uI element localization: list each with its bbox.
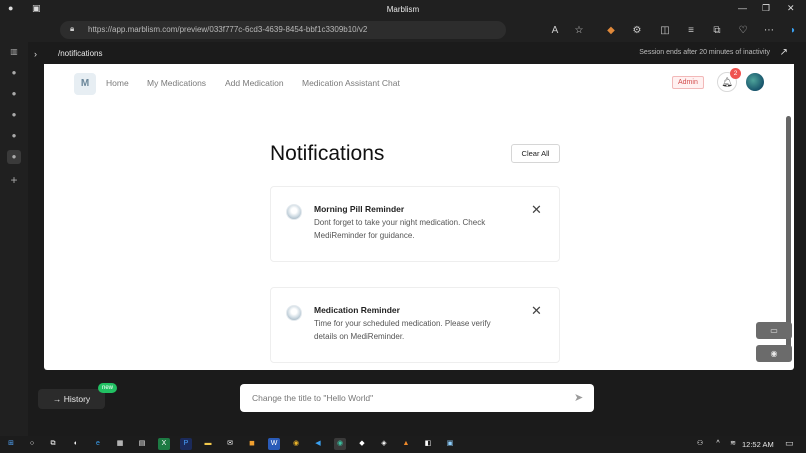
taskbar: ⊞ ○ ⧉ ◐ e ▦ ▤ X P ▬ ✉ ◼ W ◉ ◀ ◉ ◆ ◈ ▲ ◧ … xyxy=(0,436,806,453)
close-window-icon[interactable]: ✕ xyxy=(787,3,795,14)
app-page: M Home My Medications Add Medication Med… xyxy=(44,64,794,370)
send-icon[interactable]: ➤ xyxy=(574,391,583,404)
pill-avatar-icon xyxy=(286,305,302,321)
url-host: https://app.marblism.com xyxy=(88,25,178,34)
photoshop-icon[interactable]: P xyxy=(180,438,192,450)
nav-link-assistant-chat[interactable]: Medication Assistant Chat xyxy=(302,78,400,88)
read-aloud-icon[interactable]: A xyxy=(548,24,562,38)
app-icon[interactable]: ◆ xyxy=(356,438,368,450)
performance-icon[interactable]: ♡ xyxy=(736,24,750,38)
excel-icon[interactable]: X xyxy=(158,438,170,450)
chevron-up-icon[interactable]: ^ xyxy=(712,438,724,450)
avatar[interactable] xyxy=(746,73,764,91)
user-tray-icon[interactable]: ⚇ xyxy=(694,438,706,450)
chrome-icon[interactable]: ◉ xyxy=(290,438,302,450)
collections-icon[interactable]: ⧉ xyxy=(710,24,724,38)
app-icon[interactable]: ◈ xyxy=(378,438,390,450)
more-menu-icon[interactable]: ⋯ xyxy=(762,24,776,38)
pill-avatar-icon xyxy=(286,204,302,220)
app-icon[interactable]: ▲ xyxy=(400,438,412,450)
windows-start-icon[interactable]: ⊞ xyxy=(5,438,17,450)
copilot-icon[interactable]: ◗ xyxy=(786,24,800,38)
store-icon[interactable]: ▤ xyxy=(136,438,148,450)
sidebar-tab-active-icon[interactable]: ● xyxy=(7,150,21,164)
edge-icon[interactable]: e xyxy=(92,438,104,450)
chat-box: ➤ xyxy=(240,384,594,412)
notification-card: Morning Pill Reminder Dont forget to tak… xyxy=(270,186,560,262)
search-icon[interactable]: ○ xyxy=(26,438,38,450)
favorite-star-icon[interactable]: ☆ xyxy=(572,24,586,38)
history-button[interactable]: → History xyxy=(38,389,105,409)
preview-path: /notifications xyxy=(58,49,103,58)
mail-icon[interactable]: ✉ xyxy=(224,438,236,450)
calculator-icon[interactable]: ▦ xyxy=(114,438,126,450)
address-bar[interactable]: 🔒︎ https://app.marblism.com/preview/033f… xyxy=(60,21,506,39)
file-explorer-icon[interactable]: ▬ xyxy=(202,438,214,450)
restore-icon[interactable]: ❐ xyxy=(762,3,770,14)
word-icon[interactable]: W xyxy=(268,438,280,450)
task-view-icon[interactable]: ⧉ xyxy=(47,438,59,450)
new-tab-plus-icon[interactable]: + xyxy=(7,173,21,187)
browser-sidebar: ▥ ● ● ● ● ● + xyxy=(0,42,28,436)
external-link-icon[interactable]: ↗ xyxy=(780,47,788,58)
notification-card: Medication Reminder Time for your schedu… xyxy=(270,287,560,363)
nav-link-add-medication[interactable]: Add Medication xyxy=(225,78,284,88)
close-icon[interactable]: ✕ xyxy=(531,202,542,218)
app-icon[interactable]: ◐ xyxy=(70,438,82,450)
notification-count-badge: 2 xyxy=(730,68,741,79)
window-title: Marblism xyxy=(386,5,420,14)
sidebar-tab-icon[interactable]: ● xyxy=(7,66,21,80)
admin-badge: Admin xyxy=(672,76,704,89)
notification-body: Time for your scheduled medication. Plea… xyxy=(314,319,491,341)
sidebar-tab-icon[interactable]: ● xyxy=(7,129,21,143)
minimize-icon[interactable]: — xyxy=(738,3,747,13)
notification-title: Morning Pill Reminder xyxy=(314,204,405,214)
extension-icon[interactable]: ◆ xyxy=(604,24,618,38)
extensions-puzzle-icon[interactable]: ⚙ xyxy=(630,24,644,38)
app-icon[interactable]: ◧ xyxy=(422,438,434,450)
sidebar-tab-icon[interactable]: ● xyxy=(7,87,21,101)
vscode-icon[interactable]: ◀ xyxy=(312,438,324,450)
chat-input[interactable] xyxy=(240,384,560,412)
notification-body: Dont forget to take your night medicatio… xyxy=(314,218,486,240)
feedback-icon[interactable]: ▭ xyxy=(756,322,792,339)
favorites-icon[interactable]: ≡ xyxy=(684,24,698,38)
edge-active-icon[interactable]: ◉ xyxy=(334,438,346,450)
nav-link-home[interactable]: Home xyxy=(106,78,129,88)
new-badge: new xyxy=(98,383,117,393)
session-notice: Session ends after 20 minutes of inactiv… xyxy=(639,49,770,56)
preview-path-bar: /notifications Session ends after 20 min… xyxy=(44,47,794,63)
notifications-tray-icon[interactable]: ▭ xyxy=(785,438,794,449)
notification-title: Medication Reminder xyxy=(314,305,400,315)
lock-icon: 🔒︎ xyxy=(70,24,75,33)
app-icon[interactable]: ◼ xyxy=(246,438,258,450)
app-logo[interactable]: M xyxy=(74,73,96,95)
url-path: /preview/033f777c-6cd3-4639-8454-bbf1c33… xyxy=(177,25,368,34)
page-title: Notifications xyxy=(270,142,385,165)
split-screen-icon[interactable]: ◫ xyxy=(658,24,672,38)
taskbar-clock[interactable]: 12:52 AM xyxy=(742,440,774,449)
wifi-icon[interactable]: ≋ xyxy=(727,438,739,450)
history-label: History xyxy=(63,394,91,404)
close-icon[interactable]: ✕ xyxy=(531,303,542,319)
clear-all-button[interactable]: Clear All xyxy=(511,144,560,163)
history-arrow-icon: → xyxy=(52,394,62,404)
chevron-right-icon[interactable]: › xyxy=(34,49,37,59)
sidebar-tab-icon[interactable]: ● xyxy=(7,108,21,122)
window-title-bar: ● ▣ Marblism — ❐ ✕ xyxy=(0,0,806,20)
nav-link-my-medications[interactable]: My Medications xyxy=(147,78,206,88)
discord-icon[interactable]: ◉ xyxy=(756,345,792,362)
sidebar-panel-icon[interactable]: ▥ xyxy=(7,45,21,59)
app-icon[interactable]: ▣ xyxy=(444,438,456,450)
